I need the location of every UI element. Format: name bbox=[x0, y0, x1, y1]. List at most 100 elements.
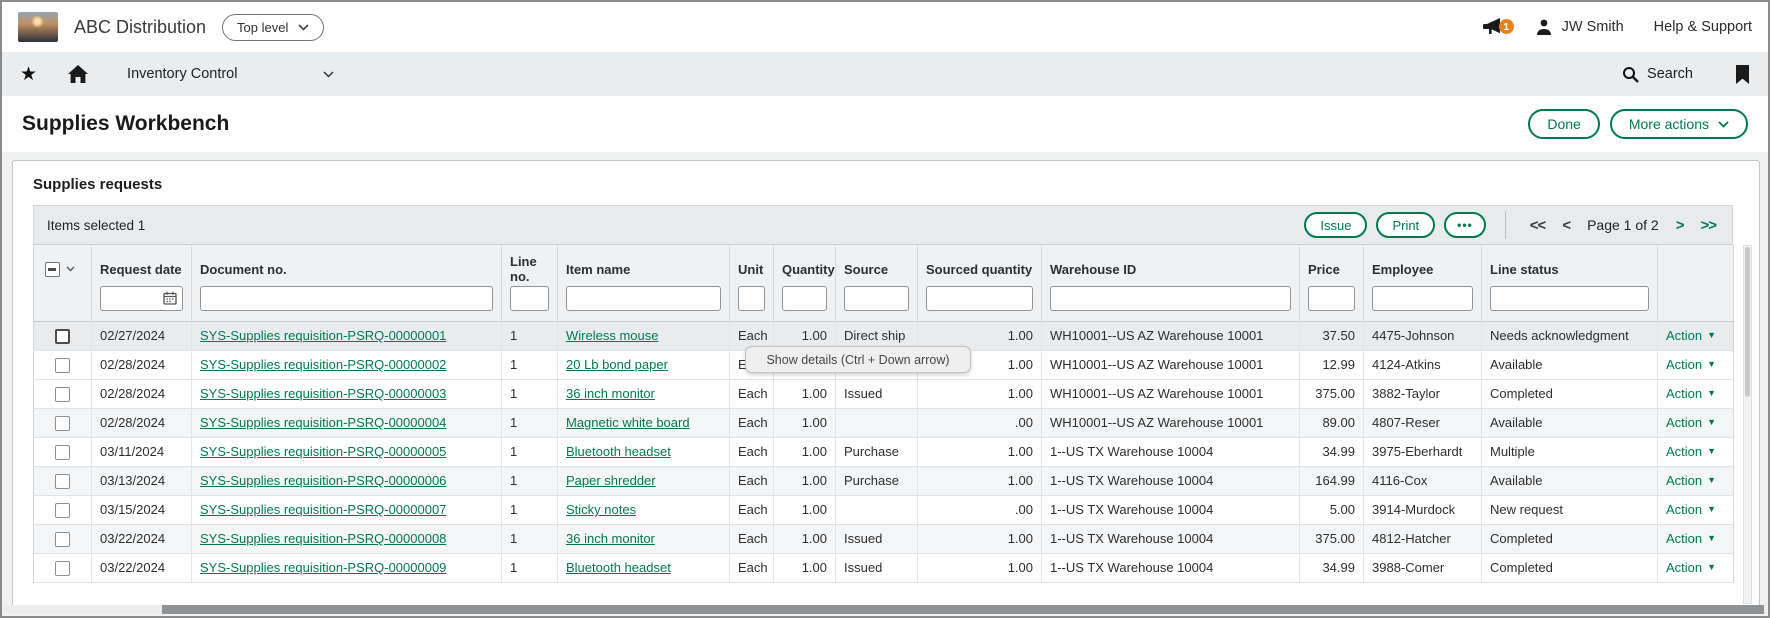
scope-dropdown[interactable]: Top level bbox=[222, 14, 324, 41]
unit-filter-input[interactable] bbox=[738, 286, 765, 311]
last-page-button[interactable]: >> bbox=[1700, 217, 1716, 234]
document-link[interactable]: SYS-Supplies requisition-PSRQ-00000004 bbox=[200, 415, 446, 430]
item-link[interactable]: Wireless mouse bbox=[566, 328, 658, 343]
user-menu[interactable]: JW Smith bbox=[1535, 18, 1624, 36]
row-checkbox[interactable] bbox=[55, 387, 70, 402]
item-link[interactable]: Magnetic white board bbox=[566, 415, 690, 430]
row-checkbox[interactable] bbox=[55, 445, 70, 460]
col-request-date[interactable]: Request date bbox=[92, 245, 192, 285]
col-item-name[interactable]: Item name bbox=[558, 245, 730, 285]
line-status-filter-input[interactable] bbox=[1490, 286, 1649, 311]
vertical-scrollbar-thumb[interactable] bbox=[1745, 247, 1750, 397]
table-row[interactable]: 03/11/2024 SYS-Supplies requisition-PSRQ… bbox=[34, 437, 1734, 466]
module-menu-chevron-icon[interactable] bbox=[323, 71, 334, 78]
user-icon bbox=[1535, 18, 1553, 36]
issue-button[interactable]: Issue bbox=[1304, 212, 1367, 238]
action-button[interactable]: Action ▼ bbox=[1666, 415, 1716, 430]
row-checkbox[interactable] bbox=[55, 416, 70, 431]
row-checkbox[interactable] bbox=[55, 532, 70, 547]
row-checkbox[interactable] bbox=[55, 329, 70, 344]
item-name-filter-input[interactable] bbox=[566, 286, 721, 311]
table-row[interactable]: 02/28/2024 SYS-Supplies requisition-PSRQ… bbox=[34, 379, 1734, 408]
table-row[interactable]: 03/13/2024 SYS-Supplies requisition-PSRQ… bbox=[34, 466, 1734, 495]
row-checkbox[interactable] bbox=[55, 474, 70, 489]
home-icon[interactable] bbox=[67, 64, 89, 84]
cell-employee: 3882-Taylor bbox=[1364, 379, 1482, 408]
first-page-button[interactable]: << bbox=[1530, 217, 1546, 234]
cell-line-status: Available bbox=[1482, 466, 1658, 495]
source-filter-input[interactable] bbox=[844, 286, 909, 311]
quantity-filter-input[interactable] bbox=[782, 286, 827, 311]
help-support-link[interactable]: Help & Support bbox=[1654, 19, 1752, 35]
cell-item-name: 20 Lb bond paper bbox=[558, 350, 730, 379]
select-all-checkbox[interactable] bbox=[45, 262, 60, 277]
col-source[interactable]: Source bbox=[836, 245, 918, 285]
document-link[interactable]: SYS-Supplies requisition-PSRQ-00000002 bbox=[200, 357, 446, 372]
next-page-button[interactable]: > bbox=[1676, 217, 1684, 234]
document-link[interactable]: SYS-Supplies requisition-PSRQ-00000003 bbox=[200, 386, 446, 401]
bookmark-icon[interactable] bbox=[1735, 65, 1750, 84]
item-link[interactable]: Paper shredder bbox=[566, 473, 656, 488]
col-sourced-quantity[interactable]: Sourced quantity bbox=[918, 245, 1042, 285]
horizontal-scrollbar-thumb[interactable] bbox=[162, 605, 1764, 614]
action-button[interactable]: Action ▼ bbox=[1666, 502, 1716, 517]
sourced-quantity-filter-input[interactable] bbox=[926, 286, 1033, 311]
cell-unit: Each bbox=[730, 524, 774, 553]
done-button[interactable]: Done bbox=[1528, 109, 1599, 139]
table-row[interactable]: 03/22/2024 SYS-Supplies requisition-PSRQ… bbox=[34, 524, 1734, 553]
col-price[interactable]: Price bbox=[1300, 245, 1364, 285]
action-button[interactable]: Action ▼ bbox=[1666, 328, 1716, 343]
item-link[interactable]: Bluetooth headset bbox=[566, 560, 671, 575]
search-button[interactable]: Search bbox=[1622, 66, 1693, 83]
price-filter-input[interactable] bbox=[1308, 286, 1355, 311]
cell-quantity: 1.00 bbox=[774, 466, 836, 495]
horizontal-scrollbar[interactable] bbox=[4, 605, 1766, 614]
col-line-no[interactable]: Line no. bbox=[502, 245, 558, 285]
action-button[interactable]: Action ▼ bbox=[1666, 444, 1716, 459]
document-no-filter-input[interactable] bbox=[200, 286, 493, 311]
cell-sourced-quantity: 1.00 bbox=[918, 524, 1042, 553]
item-link[interactable]: Bluetooth headset bbox=[566, 444, 671, 459]
notifications-button[interactable]: 1 bbox=[1481, 16, 1505, 38]
row-checkbox[interactable] bbox=[55, 561, 70, 576]
document-link[interactable]: SYS-Supplies requisition-PSRQ-00000001 bbox=[200, 328, 446, 343]
table-row[interactable]: 02/28/2024 SYS-Supplies requisition-PSRQ… bbox=[34, 408, 1734, 437]
vertical-scrollbar[interactable] bbox=[1743, 245, 1752, 604]
calendar-icon[interactable] bbox=[163, 291, 177, 305]
document-link[interactable]: SYS-Supplies requisition-PSRQ-00000005 bbox=[200, 444, 446, 459]
warehouse-id-filter-input[interactable] bbox=[1050, 286, 1291, 311]
table-row[interactable]: 03/15/2024 SYS-Supplies requisition-PSRQ… bbox=[34, 495, 1734, 524]
action-button[interactable]: Action ▼ bbox=[1666, 357, 1716, 372]
document-link[interactable]: SYS-Supplies requisition-PSRQ-00000007 bbox=[200, 502, 446, 517]
col-unit[interactable]: Unit bbox=[730, 245, 774, 285]
row-checkbox[interactable] bbox=[55, 503, 70, 518]
document-link[interactable]: SYS-Supplies requisition-PSRQ-00000008 bbox=[200, 531, 446, 546]
selection-menu-chevron-icon[interactable] bbox=[66, 266, 75, 272]
employee-filter-input[interactable] bbox=[1372, 286, 1473, 311]
col-document-no[interactable]: Document no. bbox=[192, 245, 502, 285]
col-line-status[interactable]: Line status bbox=[1482, 245, 1658, 285]
table-row[interactable]: 03/22/2024 SYS-Supplies requisition-PSRQ… bbox=[34, 553, 1734, 582]
action-button[interactable]: Action ▼ bbox=[1666, 473, 1716, 488]
action-button[interactable]: Action ▼ bbox=[1666, 386, 1716, 401]
document-link[interactable]: SYS-Supplies requisition-PSRQ-00000006 bbox=[200, 473, 446, 488]
line-no-filter-input[interactable] bbox=[510, 286, 549, 311]
print-button[interactable]: Print bbox=[1376, 212, 1435, 238]
col-quantity[interactable]: Quantity bbox=[774, 245, 836, 285]
more-options-button[interactable]: ••• bbox=[1444, 212, 1486, 238]
favorite-star-icon[interactable]: ★ bbox=[20, 65, 37, 84]
col-warehouse-id[interactable]: Warehouse ID bbox=[1042, 245, 1300, 285]
action-button[interactable]: Action ▼ bbox=[1666, 531, 1716, 546]
item-link[interactable]: 20 Lb bond paper bbox=[566, 357, 668, 372]
filter-source-cell bbox=[836, 285, 918, 321]
more-actions-button[interactable]: More actions bbox=[1610, 109, 1748, 139]
item-link[interactable]: 36 inch monitor bbox=[566, 386, 655, 401]
action-button[interactable]: Action ▼ bbox=[1666, 560, 1716, 575]
item-link[interactable]: Sticky notes bbox=[566, 502, 636, 517]
module-menu-label[interactable]: Inventory Control bbox=[127, 66, 237, 82]
document-link[interactable]: SYS-Supplies requisition-PSRQ-00000009 bbox=[200, 560, 446, 575]
row-checkbox[interactable] bbox=[55, 358, 70, 373]
prev-page-button[interactable]: < bbox=[1562, 217, 1570, 234]
col-employee[interactable]: Employee bbox=[1364, 245, 1482, 285]
item-link[interactable]: 36 inch monitor bbox=[566, 531, 655, 546]
